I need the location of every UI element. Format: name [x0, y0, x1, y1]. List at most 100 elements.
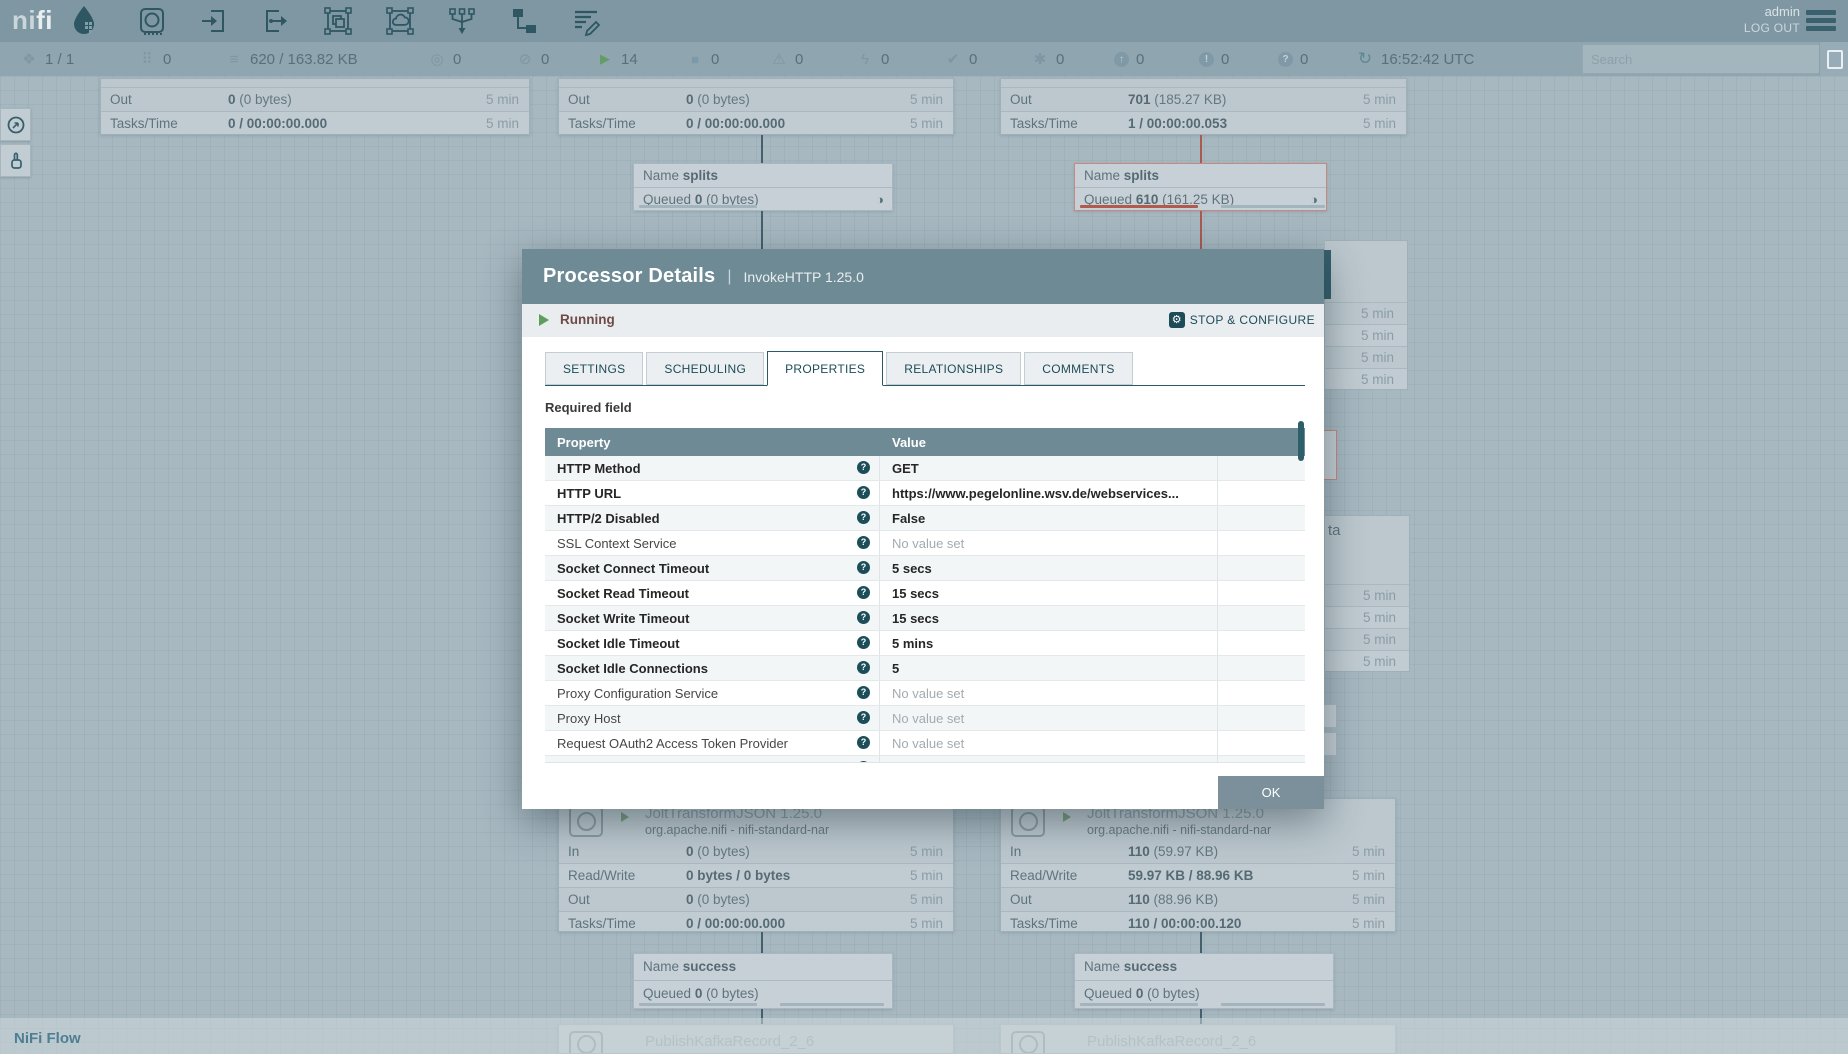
- processor-type-version: InvokeHTTP 1.25.0: [744, 269, 864, 285]
- current-user: admin: [1640, 4, 1800, 20]
- help-icon[interactable]: [857, 761, 870, 763]
- logout-link[interactable]: LOG OUT: [1640, 20, 1800, 36]
- breadcrumb-bar: [0, 1018, 1848, 1054]
- help-icon[interactable]: [857, 511, 870, 524]
- processor-icon[interactable]: [136, 5, 168, 37]
- help-icon[interactable]: [857, 461, 870, 474]
- help-icon[interactable]: [857, 586, 870, 599]
- dialog-title: Processor Details: [543, 265, 715, 288]
- processor-status-strip: [1324, 250, 1331, 299]
- label-icon[interactable]: [570, 5, 602, 37]
- property-row: HTTP URLhttps://www.pegelonline.wsv.de/w…: [545, 481, 1305, 506]
- processor-partial[interactable]: 5 min 5 min 5 min 5 min: [1325, 240, 1408, 390]
- help-icon[interactable]: [857, 736, 870, 749]
- hand-icon: [6, 151, 26, 171]
- queue-size-bar: [1221, 1003, 1325, 1006]
- refresh-status[interactable]: ↻ 16:52:42 UTC: [1356, 42, 1474, 76]
- top-toolbar: nifi: [0, 0, 1848, 42]
- last-refresh-time: 16:52:42 UTC: [1381, 51, 1474, 68]
- stop-and-configure-button[interactable]: ⚙ STOP & CONFIGURE: [1169, 312, 1315, 328]
- processor-jolt-transform[interactable]: JoltTransformJSON 1.25.0 org.apache.nifi…: [1000, 798, 1396, 932]
- connection-label-splits-backpressure[interactable]: Name splits Queued 610 (161.25 KB)◑: [1074, 163, 1327, 211]
- global-menu-icon[interactable]: [1806, 10, 1836, 34]
- help-icon[interactable]: [857, 486, 870, 499]
- queue-size-bar: [639, 205, 757, 208]
- tab-properties[interactable]: PROPERTIES: [767, 351, 883, 386]
- processor-partial[interactable]: ta 5 min 5 min 5 min 5 min: [1325, 515, 1410, 672]
- stale-icon: ↑: [1114, 52, 1129, 67]
- connection-line: [761, 211, 763, 249]
- nifi-logo: nifi: [12, 5, 53, 36]
- queue-size-bar: [1080, 205, 1198, 208]
- processor-stats-box[interactable]: Out701 (185.27 KB)5 min Tasks/Time1 / 00…: [1000, 78, 1407, 135]
- running-status-icon: [621, 812, 629, 822]
- cluster-icon: ❖: [20, 50, 38, 68]
- process-group-icon[interactable]: [322, 5, 354, 37]
- help-icon[interactable]: [857, 661, 870, 674]
- nifi-app: nifi: [0, 0, 1848, 1054]
- connection-label-success[interactable]: Name success Queued 0 (0 bytes): [1074, 953, 1334, 1009]
- property-row: Socket Idle Timeout5 mins: [545, 631, 1305, 656]
- locally-modified-icon: ✱: [1031, 50, 1049, 68]
- stat-threads: ⠿0: [138, 42, 171, 76]
- property-row: Socket Read Timeout15 secs: [545, 581, 1305, 606]
- new-template-button[interactable]: [1819, 42, 1848, 76]
- thread-grid-icon: ⠿: [138, 50, 156, 68]
- title-divider: |: [727, 268, 731, 286]
- stat-disabled: ϟ0: [856, 42, 889, 76]
- search-input[interactable]: [1582, 44, 1828, 74]
- processor-stats-box[interactable]: Out0 (0 bytes)5 min Tasks/Time0 / 00:00:…: [558, 78, 954, 135]
- transmitting-icon: ◎: [428, 50, 446, 68]
- property-row: SSL Context ServiceNo value set: [545, 531, 1305, 556]
- help-icon[interactable]: [857, 561, 870, 574]
- funnel-icon[interactable]: [446, 5, 478, 37]
- refresh-icon[interactable]: ↻: [1356, 49, 1374, 69]
- help-icon[interactable]: [857, 686, 870, 699]
- processor-details-dialog: Processor Details | InvokeHTTP 1.25.0 Ru…: [522, 249, 1324, 809]
- connection-line: [761, 932, 763, 953]
- remote-process-group-icon[interactable]: [384, 5, 416, 37]
- stat-transmitting: ◎0: [428, 42, 461, 76]
- help-icon[interactable]: [857, 536, 870, 549]
- connection-label-partial: [1324, 704, 1337, 728]
- connection-label-partial: [1324, 430, 1337, 480]
- property-row: Proxy HostNo value set: [545, 706, 1305, 731]
- table-header-row: Property Value: [545, 428, 1305, 456]
- not-transmitting-icon: ⊘: [516, 50, 534, 68]
- running-icon: ▶: [596, 51, 614, 67]
- stat-modified-stale: !0: [1199, 42, 1229, 76]
- up-to-date-icon: ✔: [944, 50, 962, 68]
- processor-jolt-transform[interactable]: JoltTransformJSON 1.25.0 org.apache.nifi…: [558, 798, 954, 932]
- template-icon[interactable]: [508, 5, 540, 37]
- navigate-palette-button[interactable]: [0, 108, 31, 141]
- connection-label-splits[interactable]: Name splits Queued 0 (0 bytes)◑: [633, 163, 893, 211]
- output-port-icon[interactable]: [260, 5, 292, 37]
- property-row: Request OAuth2 Access Token ProviderNo v…: [545, 731, 1305, 756]
- column-header-property: Property: [545, 435, 880, 450]
- processor-type-icon: [1011, 806, 1045, 837]
- nifi-drop-icon: [66, 3, 102, 39]
- help-icon[interactable]: [857, 711, 870, 724]
- stat-invalid: ⚠0: [770, 42, 803, 76]
- help-icon[interactable]: [857, 611, 870, 624]
- breadcrumb[interactable]: NiFi Flow: [14, 1030, 81, 1047]
- stat-stale: ↑0: [1114, 42, 1144, 76]
- queue-load-icon: ◑: [876, 188, 884, 211]
- property-row: Socket Connect Timeout5 secs: [545, 556, 1305, 581]
- tab-scheduling[interactable]: SCHEDULING: [646, 352, 764, 385]
- sync-failure-icon: ?: [1278, 52, 1293, 67]
- disabled-icon: ϟ: [856, 51, 874, 68]
- stat-not-transmitting: ⊘0: [516, 42, 549, 76]
- processor-stats-box[interactable]: Out0 (0 bytes)5 min Tasks/Time0 / 00:00:…: [100, 78, 530, 135]
- tab-settings[interactable]: SETTINGS: [545, 352, 643, 385]
- input-port-icon[interactable]: [198, 5, 230, 37]
- operate-palette-button[interactable]: [0, 144, 31, 177]
- help-icon[interactable]: [857, 636, 870, 649]
- ok-button[interactable]: OK: [1218, 776, 1324, 809]
- table-scrollbar-thumb[interactable]: [1298, 421, 1304, 461]
- tab-relationships[interactable]: RELATIONSHIPS: [886, 352, 1021, 385]
- tab-comments[interactable]: COMMENTS: [1024, 352, 1132, 385]
- property-row: Socket Idle Connections5: [545, 656, 1305, 681]
- connection-label-success[interactable]: Name success Queued 0 (0 bytes): [633, 953, 893, 1009]
- property-row: Proxy Configuration ServiceNo value set: [545, 681, 1305, 706]
